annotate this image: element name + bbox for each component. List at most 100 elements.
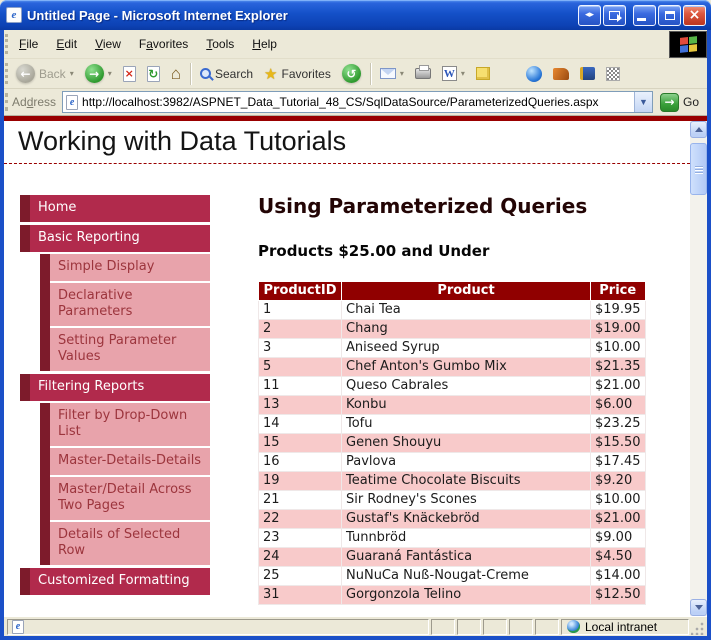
addon-button-2[interactable] (601, 64, 625, 84)
table-cell: Genen Shouyu (342, 434, 591, 453)
favorites-star-icon: ★ (264, 65, 277, 83)
sidebar-item-customized-formatting[interactable]: Customized Formatting (20, 568, 210, 595)
page-icon: e (66, 95, 78, 110)
popout-button[interactable] (603, 5, 626, 26)
research-button[interactable] (575, 64, 600, 83)
sidebar-item-declarative-parameters[interactable]: Declarative Parameters (50, 283, 210, 326)
maximize-button[interactable] (658, 5, 681, 26)
address-input[interactable]: e http://localhost:3982/ASPNET_Data_Tuto… (62, 91, 653, 113)
mail-dropdown-icon: ▾ (400, 69, 404, 78)
site-title: Working with Data Tutorials (4, 121, 690, 163)
sidebar-subgroup: Simple DisplayDeclarative ParametersSett… (40, 254, 210, 371)
windows-logo (669, 31, 707, 58)
status-pane-1 (431, 619, 455, 635)
table-cell: Sir Rodney's Scones (342, 491, 591, 510)
products-table: ProductIDProductPrice 1Chai Tea$19.952Ch… (258, 281, 646, 605)
table-cell: Tofu (342, 415, 591, 434)
nav-swap-button[interactable]: ◂▸ (578, 5, 601, 26)
toolbar-grip[interactable] (5, 63, 8, 84)
popout-icon (609, 11, 620, 20)
status-pane-4 (509, 619, 533, 635)
forward-button[interactable]: → ▾ (80, 61, 117, 86)
sidebar-item-filtering-reports[interactable]: Filtering Reports (20, 374, 210, 401)
address-bar: Address e http://localhost:3982/ASPNET_D… (4, 89, 707, 116)
close-button[interactable]: × (683, 5, 706, 26)
addon-icon-2 (606, 67, 620, 81)
menu-strip (40, 403, 50, 565)
refresh-button[interactable]: ↻ (142, 63, 165, 85)
addon-button-1[interactable] (548, 65, 574, 83)
go-icon: → (660, 93, 679, 112)
home-button[interactable]: ⌂ (166, 62, 186, 85)
resize-grip[interactable] (691, 621, 705, 635)
research-icon (580, 67, 595, 80)
sidebar-item-master-detail-across-two-pages[interactable]: Master/Detail Across Two Pages (50, 477, 210, 520)
table-cell: $21.00 (591, 510, 646, 529)
table-row: 2Chang$19.00 (259, 320, 646, 339)
menu-item-edit[interactable]: Edit (47, 33, 86, 55)
table-cell: Chang (342, 320, 591, 339)
content: Working with Data Tutorials Home Basic Re… (4, 116, 707, 616)
mail-button[interactable]: ▾ (375, 65, 409, 82)
table-cell: $9.20 (591, 472, 646, 491)
minimize-button[interactable] (633, 5, 656, 26)
address-dropdown-button[interactable]: ▼ (634, 92, 652, 112)
table-row: 11Queso Cabrales$21.00 (259, 377, 646, 396)
table-cell: 22 (259, 510, 342, 529)
print-icon (415, 68, 431, 79)
status-pane-main: e (7, 619, 429, 635)
stop-button[interactable]: × (118, 63, 141, 85)
addon-icon-1 (553, 68, 569, 80)
print-button[interactable] (410, 65, 436, 82)
messenger-icon (526, 66, 542, 82)
sidebar-item-label[interactable]: Filtering Reports (30, 374, 210, 401)
menu-item-view[interactable]: View (86, 33, 130, 55)
refresh-icon: ↻ (147, 66, 160, 82)
history-button[interactable]: ↺ (337, 61, 366, 86)
menu-item-file[interactable]: File (10, 33, 47, 55)
table-cell: Queso Cabrales (342, 377, 591, 396)
vertical-scrollbar[interactable] (690, 121, 707, 616)
sidebar-item-master-details-details[interactable]: Master-Details-Details (50, 448, 210, 475)
sidebar-item-label[interactable]: Home (30, 195, 210, 222)
menubar: FileEditViewFavoritesToolsHelp (4, 30, 707, 59)
table-cell: $14.00 (591, 567, 646, 586)
scroll-down-button[interactable] (690, 599, 707, 616)
menubar-grip[interactable] (5, 34, 8, 54)
sidebar-item-details-of-selected-row[interactable]: Details of Selected Row (50, 522, 210, 565)
caption-buttons: ◂▸ × (578, 5, 706, 26)
scroll-up-button[interactable] (690, 121, 707, 138)
table-cell: 2 (259, 320, 342, 339)
sidebar-item-label[interactable]: Basic Reporting (30, 225, 210, 252)
sidebar-item-filter-by-drop-down-list[interactable]: Filter by Drop-Down List (50, 403, 210, 446)
table-row: 5Chef Anton's Gumbo Mix$21.35 (259, 358, 646, 377)
search-button[interactable]: Search (195, 64, 258, 84)
menu-item-favorites[interactable]: Favorites (130, 33, 197, 55)
window-titlebar[interactable]: e Untitled Page - Microsoft Internet Exp… (0, 0, 711, 30)
back-button[interactable]: ← Back ▾ (11, 61, 79, 86)
favorites-button[interactable]: ★ Favorites (259, 62, 336, 86)
table-cell: 31 (259, 586, 342, 605)
notes-button[interactable] (471, 64, 495, 83)
sidebar-item-basic-reporting[interactable]: Basic Reporting (20, 225, 210, 252)
table-cell: Chai Tea (342, 301, 591, 320)
sidebar-item-label[interactable]: Customized Formatting (30, 568, 210, 595)
sidebar-item-simple-display[interactable]: Simple Display (50, 254, 210, 281)
messenger-button[interactable] (521, 63, 547, 85)
window-title: Untitled Page - Microsoft Internet Explo… (27, 8, 288, 23)
table-row: 19Teatime Chocolate Biscuits$9.20 (259, 472, 646, 491)
menu-item-help[interactable]: Help (243, 33, 286, 55)
mail-icon (380, 68, 396, 79)
back-icon: ← (16, 64, 35, 83)
status-pane-3 (483, 619, 507, 635)
sidebar-item-setting-parameter-values[interactable]: Setting Parameter Values (50, 328, 210, 371)
scroll-thumb[interactable] (690, 143, 707, 195)
status-zone-pane: Local intranet (561, 619, 689, 635)
edit-word-button[interactable]: W ▾ (437, 63, 470, 84)
table-cell: 23 (259, 529, 342, 548)
sidebar-item-home[interactable]: Home (20, 195, 210, 222)
menu-item-tools[interactable]: Tools (197, 33, 243, 55)
addressbar-grip[interactable] (5, 93, 8, 111)
menu-strip (20, 225, 30, 252)
go-button[interactable]: → Go (653, 93, 703, 112)
